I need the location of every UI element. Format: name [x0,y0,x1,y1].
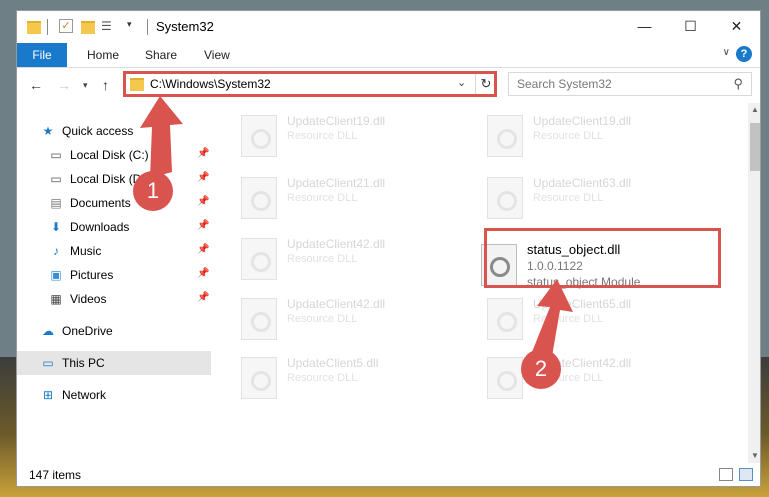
step2-badge: 2 [521,349,561,389]
annotation-overlay [140,96,573,368]
step1-arrow [140,96,183,178]
step1-badge: 1 [133,171,173,211]
